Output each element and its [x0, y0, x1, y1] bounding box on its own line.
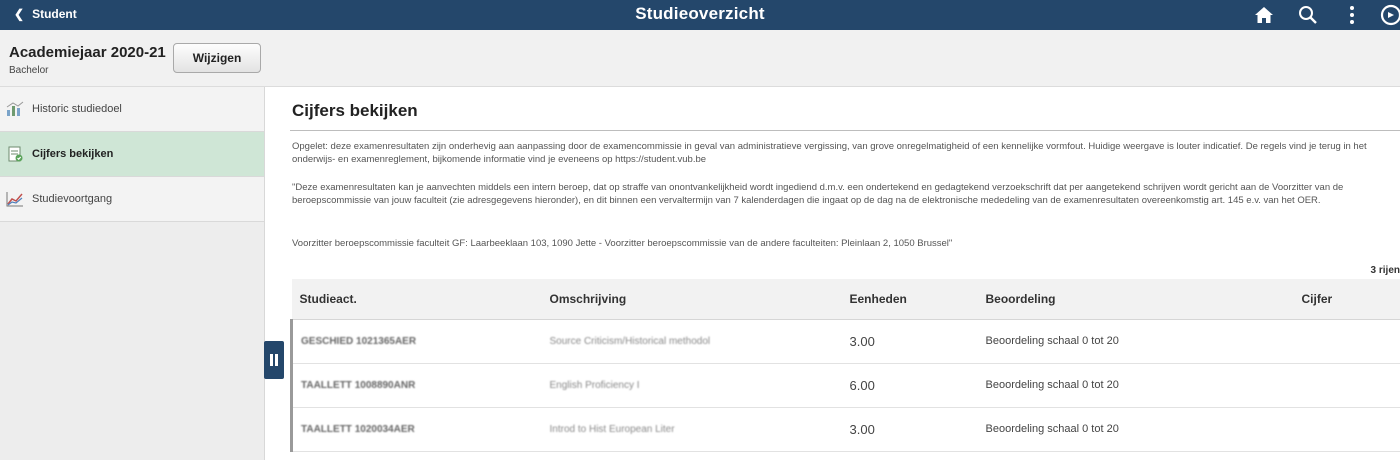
column-header-beoordeling[interactable]: Beoordeling	[977, 279, 1294, 320]
column-header-cijfer[interactable]: Cijfer	[1293, 279, 1400, 320]
pause-bar	[275, 354, 278, 366]
grades-table: Studieact. Omschrijving Eenheden Beoorde…	[290, 279, 1400, 452]
sidebar-item-studievoortgang[interactable]: Studievoortgang	[0, 177, 264, 222]
page-title: Cijfers bekijken	[292, 101, 418, 120]
row-count: 3 rijen	[1370, 265, 1400, 276]
sidebar-item-cijfers-bekijken[interactable]: Cijfers bekijken	[0, 132, 264, 177]
change-button[interactable]: Wijzigen	[173, 43, 261, 73]
grades-icon	[6, 145, 24, 163]
column-header-studieact[interactable]: Studieact.	[291, 279, 542, 320]
sidebar-item-label: Studievoortgang	[32, 193, 113, 205]
table-header-row: Studieact. Omschrijving Eenheden Beoorde…	[291, 279, 1400, 320]
sidebar-item-label: Cijfers bekijken	[32, 148, 114, 160]
pause-bar	[270, 354, 273, 366]
appeal-text: "Deze examenresultaten kan je aanvechten…	[292, 182, 1344, 206]
collapse-sidebar-button[interactable]	[264, 341, 284, 379]
grading-basis: Beoordeling schaal 0 tot 20	[977, 407, 1294, 452]
course-description: Introd to Hist European Liter	[541, 407, 842, 452]
sidebar-item-historic-studiedoel[interactable]: Historic studiedoel	[0, 87, 264, 132]
table-row[interactable]: TAALLETT 1008890ANR English Proficiency …	[290, 363, 1400, 408]
sidebar-item-label: Historic studiedoel	[32, 103, 122, 115]
top-navigation-bar: ❮ Student Studieoverzicht	[0, 0, 1400, 30]
column-header-eenheden[interactable]: Eenheden	[841, 279, 978, 320]
course-units: 6.00	[841, 363, 978, 408]
course-grade	[1293, 407, 1400, 452]
search-icon[interactable]	[1286, 0, 1330, 30]
course-description: English Proficiency I	[541, 363, 842, 408]
sidebar: Historic studiedoel Cijfers bekijken Stu…	[0, 87, 265, 460]
course-units: 3.00	[841, 407, 978, 452]
more-vertical-icon[interactable]	[1330, 0, 1374, 30]
disclaimer-text: Opgelet: deze examenresultaten zijn onde…	[292, 141, 1367, 165]
title-divider	[290, 130, 1400, 131]
chart-line-icon	[6, 190, 24, 208]
home-icon[interactable]	[1242, 0, 1286, 30]
main-content: Cijfers bekijken Opgelet: deze examenres…	[290, 87, 1400, 460]
course-code: TAALLETT 1020034AER	[290, 407, 542, 452]
column-header-omschrijving[interactable]: Omschrijving	[541, 279, 842, 320]
address-text: Voorzitter beroepscommissie faculteit GF…	[292, 238, 953, 249]
table-row[interactable]: GESCHIED 1021365AER Source Criticism/His…	[290, 319, 1400, 364]
course-code: GESCHIED 1021365AER	[290, 319, 542, 364]
course-grade	[1293, 363, 1400, 408]
page-header-title: Studieoverzicht	[635, 4, 765, 23]
context-header: Academiejaar 2020-21 Bachelor Wijzigen	[0, 30, 1400, 87]
table-row[interactable]: TAALLETT 1020034AER Introd to Hist Europ…	[290, 407, 1400, 452]
header-actions	[1242, 0, 1400, 30]
academic-year: Academiejaar 2020-21	[9, 44, 166, 61]
grading-basis: Beoordeling schaal 0 tot 20	[977, 363, 1294, 408]
course-units: 3.00	[841, 319, 978, 364]
course-description: Source Criticism/Historical methodol	[541, 319, 842, 364]
timeline-icon	[6, 100, 24, 118]
navbar-icon[interactable]	[1374, 0, 1400, 30]
course-code: TAALLETT 1008890ANR	[290, 363, 542, 408]
course-grade	[1293, 319, 1400, 364]
study-level: Bachelor	[9, 65, 49, 76]
grading-basis: Beoordeling schaal 0 tot 20	[977, 319, 1294, 364]
